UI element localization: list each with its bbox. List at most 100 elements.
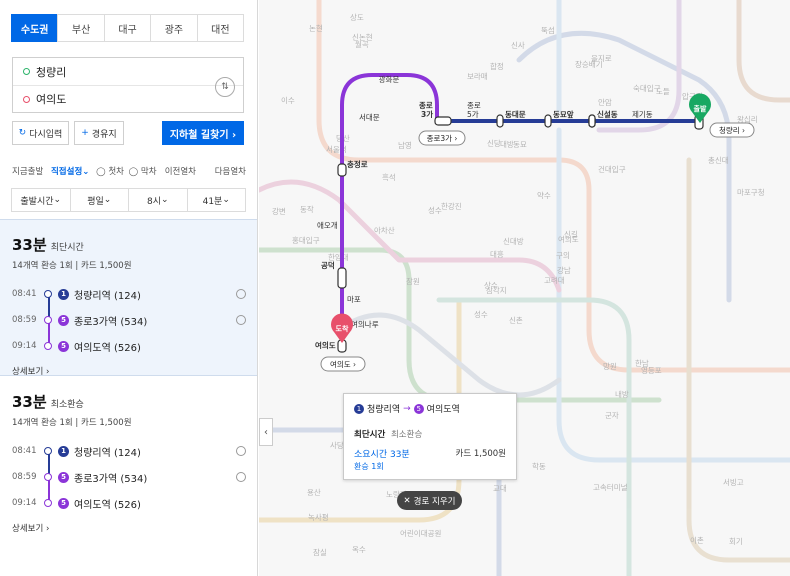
time-options: 지금출발 직접설정⌄ ◯ 첫차 ◯ 막차 이전열차 다음열차 [12, 165, 246, 177]
subway-map-canvas[interactable]: 신촌서울역삼각지용산여의도충무로을지로동묘안암고려대월곡회기한양대왕십리성수건대… [259, 0, 790, 576]
label-seodaemun: 서대문 [359, 113, 380, 122]
origin-field[interactable]: 청량리 [13, 58, 243, 85]
end-pin-icon[interactable]: 도착 [331, 313, 353, 343]
select-departure-type[interactable]: 출발시간 ⌄ [11, 188, 71, 212]
region-tabs: 수도권 부산 대구 광주 대전 [11, 14, 245, 42]
clock-icon[interactable] [236, 315, 246, 325]
station-name[interactable]: 여의도역 (526) [74, 339, 141, 354]
swap-icon[interactable]: ⇅ [215, 77, 235, 97]
background-station-label: 옥수 [352, 545, 366, 554]
station-name[interactable]: 여의도역 (526) [74, 496, 141, 511]
subway-map[interactable]: 신촌서울역삼각지용산여의도충무로을지로동묘안암고려대월곡회기한양대왕십리성수건대… [259, 0, 790, 576]
background-station-label: 신사 [511, 41, 525, 50]
background-station-label: 녹사평 [308, 512, 329, 522]
popup-tab-fastest[interactable]: 최단시간 [354, 430, 385, 440]
background-station-label: 합정 [490, 61, 504, 71]
background-station-label: 흑석 [382, 172, 396, 182]
search-route-button[interactable]: 지하철 길찾기 › [162, 121, 244, 145]
detail-link[interactable]: 상세보기 › [12, 365, 246, 377]
result-summary: 14개역 환승 1회 | 카드 1,500원 [12, 418, 132, 428]
tab-daegu[interactable]: 대구 [103, 14, 152, 42]
result-steps: 08:41 1 청량리역 (124) 08:59 5 종로3가역 (534) 0… [12, 438, 246, 516]
result-time: 33분 [12, 236, 47, 254]
waypoint-button[interactable]: + 경유지 [74, 121, 124, 145]
waypoint-label: 경유지 [91, 129, 117, 140]
next-train-link[interactable]: 다음열차 [215, 165, 246, 177]
svg-text:여의도 ›: 여의도 › [330, 359, 356, 369]
line-badge: 5 [58, 497, 69, 509]
background-station-label: 총신대 [708, 156, 729, 165]
step-row: 08:41 1 청량리역 (124) [12, 438, 246, 464]
background-station-label: 대흥 [490, 249, 504, 259]
tab-busan[interactable]: 부산 [57, 14, 105, 42]
tab-daejeon[interactable]: 대전 [196, 14, 245, 42]
time-selects: 출발시간 ⌄ 평일 ⌄ 8시 ⌄ 41분 ⌄ [11, 188, 246, 212]
depart-now-option[interactable]: 지금출발 [12, 167, 43, 177]
step-row: 09:14 5 여의도역 (526) [12, 490, 246, 516]
background-station-label: 이촌 [690, 535, 704, 545]
station-name[interactable]: 청량리역 (124) [74, 444, 141, 459]
select-day-type[interactable]: 평일 ⌄ [69, 188, 129, 212]
prev-train-link[interactable]: 이전열차 [165, 165, 196, 177]
tab-seoul[interactable]: 수도권 [11, 14, 59, 42]
popup-tab-min-transfer[interactable]: 최소환승 [391, 430, 422, 440]
background-station-label: 약수 [537, 190, 551, 200]
label-jongno5ga-a: 종로 [467, 101, 481, 110]
background-station-label: 어린이대공원 [400, 528, 441, 538]
action-bar: ↻ 다시입력 + 경유지 지하철 길찾기 › [12, 121, 244, 145]
label-yeouido: 여의도 [315, 340, 336, 350]
start-pin-icon[interactable]: 출발 [689, 93, 711, 123]
svg-text:종로3가 ›: 종로3가 › [427, 134, 458, 143]
background-station-label: 서빙고 [723, 478, 744, 487]
collapse-panel-button[interactable]: ‹ [259, 418, 273, 446]
destination-field[interactable]: 여의도 [13, 85, 243, 112]
label-jegi: 제기동 [632, 110, 653, 119]
clear-route-button[interactable]: ✕ 경로 지우기 [397, 491, 462, 510]
first-train-option[interactable]: ◯ 첫차 [96, 167, 124, 177]
reset-button[interactable]: ↻ 다시입력 [12, 121, 69, 145]
result-summary: 14개역 환승 1회 | 카드 1,500원 [12, 261, 132, 271]
background-station-label: 마포구청 [737, 188, 765, 197]
clock-icon[interactable] [236, 446, 246, 456]
detail-link[interactable]: 상세보기 › [12, 522, 246, 534]
background-station-label: 논현 [309, 24, 323, 33]
background-station-label: 한남 [635, 359, 649, 368]
popup-header: 1 청량리역 → 5 여의도역 [354, 402, 460, 415]
background-station-label: 이수 [281, 95, 295, 105]
line-badge: 5 [58, 314, 69, 326]
popup-to: 여의도역 [426, 405, 460, 415]
background-station-label: 동작 [300, 204, 314, 214]
background-station-label: 학동 [532, 461, 546, 471]
line1-badge: 1 [354, 403, 364, 414]
custom-time-option[interactable]: 직접설정⌄ [51, 167, 89, 177]
route-input-box: 청량리 여의도 ⇅ [12, 57, 244, 113]
background-station-label: 남영 [398, 140, 412, 150]
station-name[interactable]: 종로3가역 (534) [74, 470, 147, 485]
background-station-label: 신당 [487, 138, 501, 148]
popup-transfer: 환승 1회 [354, 462, 384, 471]
background-station-label: 고속터미널 [593, 483, 628, 492]
station-marker-gongdeok [337, 267, 347, 289]
last-train-option[interactable]: ◯ 막차 [129, 167, 157, 177]
clock-icon[interactable] [236, 289, 246, 299]
route-summary-popup: 1 청량리역 → 5 여의도역 최단시간 최소환승 소요시간 33분 카드 1,… [343, 393, 517, 480]
tab-gwangju[interactable]: 광주 [150, 14, 198, 42]
result-card-fastest[interactable]: 33분 최단시간 14개역 환승 1회 | 카드 1,500원 08:41 1 청… [0, 219, 257, 377]
label-jongno3ga-b: 3가 [421, 109, 433, 119]
background-station-label: 신길 [564, 230, 578, 239]
label-jongno5ga-b: 5가 [467, 110, 479, 119]
station-name[interactable]: 종로3가역 (534) [74, 313, 147, 328]
popup-fare: 카드 1,500원 [455, 449, 507, 459]
station-marker-dongdaemun [544, 114, 552, 128]
background-station-label: 아차산 [374, 225, 395, 235]
clock-icon[interactable] [236, 472, 246, 482]
background-station-label: 신촌 [509, 316, 523, 325]
result-card-min-transfer[interactable]: 33분 최소환승 14개역 환승 1회 | 카드 1,500원 08:41 1 청… [0, 377, 257, 534]
arrow-icon: → [403, 403, 411, 414]
select-minute[interactable]: 41분 ⌄ [186, 188, 246, 212]
line-badge: 5 [58, 471, 69, 483]
station-marker-chungjeongno [337, 163, 347, 177]
station-marker-jongno5ga [496, 114, 504, 128]
select-hour[interactable]: 8시 ⌄ [128, 188, 188, 212]
station-name[interactable]: 청량리역 (124) [74, 287, 141, 302]
